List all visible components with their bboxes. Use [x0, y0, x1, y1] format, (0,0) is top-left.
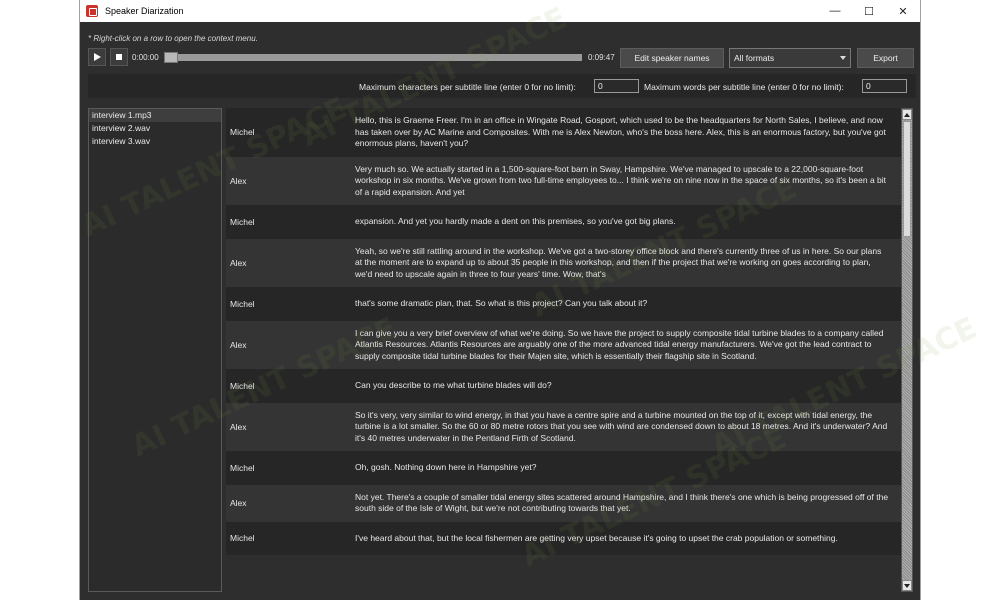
transcript-row[interactable]: Michel that's some dramatic plan, that. S…	[226, 287, 902, 321]
file-list: interview 1.mp3 interview 2.wav interview …	[88, 108, 222, 592]
arrow-up-icon	[904, 112, 910, 117]
app-icon	[86, 5, 98, 17]
transcript-text-cell: Yeah, so we're still rattling around in …	[355, 245, 882, 279]
edit-speaker-names-button[interactable]: Edit speaker names	[620, 48, 724, 68]
max-chars-label: Maximum characters per subtitle line (en…	[359, 82, 576, 92]
maximize-button[interactable]: ☐	[852, 0, 886, 22]
file-list-item[interactable]: interview 3.wav	[89, 135, 221, 148]
transcript-row[interactable]: Alex I can give you a very brief overview…	[226, 320, 902, 369]
player-toolbar: 0:00:00 0:09:47 Edit speaker names All f…	[88, 48, 916, 68]
speaker-cell: Alex	[230, 175, 247, 186]
speaker-cell: Alex	[230, 498, 247, 508]
speaker-cell: Alex	[230, 339, 247, 350]
speaker-cell: Michel	[230, 298, 255, 309]
chevron-down-icon	[840, 56, 846, 60]
file-list-item[interactable]: interview 1.mp3	[89, 109, 221, 122]
transcript-row[interactable]: Alex So it's very, very similar to wind e…	[226, 402, 902, 451]
transcript-row[interactable]: Michel Hello, this is Graeme Freer. I'm i…	[226, 108, 902, 157]
transcript-text-cell: Oh, gosh. Nothing down here in Hampshire…	[355, 462, 537, 472]
minimize-button[interactable]: —	[818, 0, 852, 22]
format-select[interactable]: All formats	[729, 48, 851, 68]
transcript-row[interactable]: Michel expansion. And yet you hardly made…	[226, 205, 902, 239]
transcript-scrollbar[interactable]	[901, 108, 913, 592]
transcript-row[interactable]: Michel Can you describe to me what turbin…	[226, 369, 902, 403]
speaker-cell: Alex	[230, 421, 247, 432]
speaker-cell: Alex	[230, 257, 247, 268]
play-icon	[94, 53, 101, 61]
transcript-text-cell: Hello, this is Graeme Freer. I'm in an o…	[355, 115, 886, 148]
speaker-cell: Michel	[230, 216, 255, 227]
transcript-text-cell: I've heard about that, but the local fis…	[355, 532, 838, 543]
transcript-text-cell: Very much so. We actually started in a 1…	[355, 163, 887, 197]
transcript-row[interactable]: Michel I've heard about that, but the loc…	[226, 521, 902, 555]
current-time: 0:00:00	[132, 53, 159, 62]
transcript-row[interactable]: Alex Yeah, so we're still rattling around…	[226, 238, 902, 287]
transcript-text-cell: Can you describe to me what turbine blad…	[355, 380, 552, 390]
speaker-cell: Michel	[230, 533, 255, 544]
transcript-text-cell: I can give you a very brief overview of …	[355, 327, 884, 361]
scroll-thumb[interactable]	[903, 121, 911, 237]
file-list-item[interactable]: interview 2.wav	[89, 122, 221, 135]
max-chars-input[interactable]: 0	[594, 79, 639, 93]
close-button[interactable]: ✕	[886, 0, 920, 22]
play-button[interactable]	[88, 48, 106, 66]
speaker-cell: Michel	[230, 462, 255, 473]
export-button[interactable]: Export	[857, 48, 914, 68]
window-controls: — ☐ ✕	[818, 0, 920, 22]
transcript-text-cell: that's some dramatic plan, that. So what…	[355, 298, 648, 308]
window-title: Speaker Diarization	[105, 6, 184, 16]
speaker-cell: Michel	[230, 127, 255, 138]
scroll-up-button[interactable]	[902, 109, 912, 120]
max-words-label: Maximum words per subtitle line (enter 0…	[644, 82, 844, 92]
transcript-row[interactable]: Michel Oh, gosh. Nothing down here in Ham…	[226, 451, 902, 485]
max-words-input[interactable]: 0	[862, 79, 907, 93]
total-time: 0:09:47	[588, 53, 615, 62]
format-select-value: All formats	[734, 53, 775, 63]
app-window: Speaker Diarization — ☐ ✕ * Right-click …	[76, 0, 982, 600]
transcript-row[interactable]: Alex Very much so. We actually started in…	[226, 156, 902, 205]
seek-handle[interactable]	[164, 52, 178, 63]
transcript-row[interactable]: Alex Not yet. There's a couple of smaller…	[226, 484, 902, 522]
scroll-down-button[interactable]	[902, 580, 912, 591]
transcript-text-cell: Not yet. There's a couple of smaller tid…	[355, 491, 889, 514]
transcript-text-cell: So it's very, very similar to wind energ…	[355, 409, 888, 443]
speaker-cell: Michel	[230, 380, 255, 391]
arrow-down-icon	[904, 583, 910, 588]
transcript-text-cell: expansion. And yet you hardly made a den…	[355, 216, 676, 226]
subtitle-limits-bar: Maximum characters per subtitle line (en…	[88, 74, 916, 98]
stop-button[interactable]	[110, 48, 128, 66]
seek-slider[interactable]	[164, 52, 582, 63]
context-menu-hint: * Right-click on a row to open the conte…	[88, 34, 258, 43]
transcript-table: Michel Hello, this is Graeme Freer. I'm i…	[226, 108, 902, 592]
title-bar: Speaker Diarization — ☐ ✕	[80, 0, 920, 22]
stop-icon	[116, 54, 122, 60]
